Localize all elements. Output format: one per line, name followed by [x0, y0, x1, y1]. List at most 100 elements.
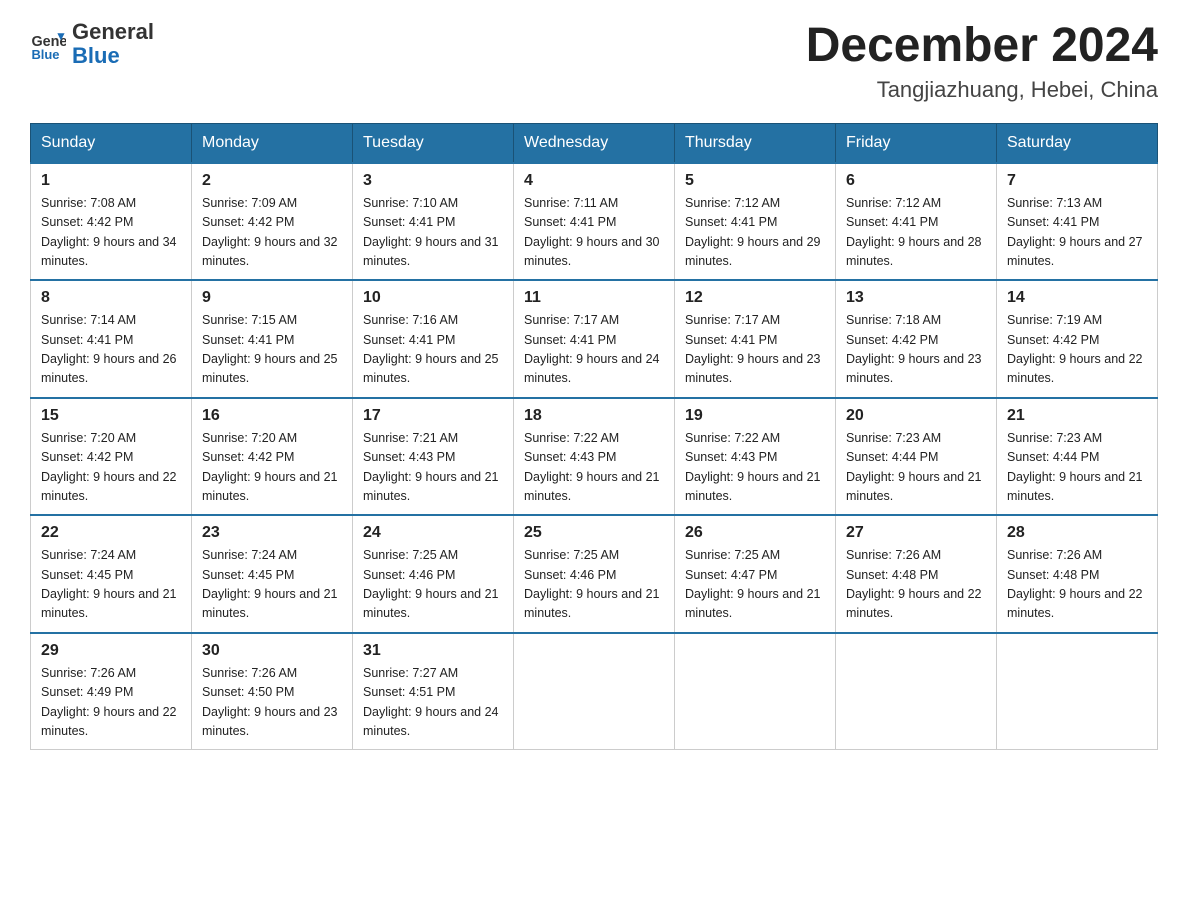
day-info: Sunrise: 7:12 AM Sunset: 4:41 PM Dayligh…: [685, 194, 825, 272]
table-row: 3 Sunrise: 7:10 AM Sunset: 4:41 PM Dayli…: [353, 163, 514, 281]
day-number: 27: [846, 524, 986, 542]
table-row: 15 Sunrise: 7:20 AM Sunset: 4:42 PM Dayl…: [31, 398, 192, 516]
day-number: 9: [202, 289, 342, 307]
day-info: Sunrise: 7:25 AM Sunset: 4:46 PM Dayligh…: [363, 546, 503, 624]
day-number: 25: [524, 524, 664, 542]
day-info: Sunrise: 7:26 AM Sunset: 4:48 PM Dayligh…: [1007, 546, 1147, 624]
table-row: 5 Sunrise: 7:12 AM Sunset: 4:41 PM Dayli…: [675, 163, 836, 281]
day-info: Sunrise: 7:18 AM Sunset: 4:42 PM Dayligh…: [846, 311, 986, 389]
table-row: 2 Sunrise: 7:09 AM Sunset: 4:42 PM Dayli…: [192, 163, 353, 281]
day-info: Sunrise: 7:22 AM Sunset: 4:43 PM Dayligh…: [685, 429, 825, 507]
table-row: 7 Sunrise: 7:13 AM Sunset: 4:41 PM Dayli…: [997, 163, 1158, 281]
day-info: Sunrise: 7:22 AM Sunset: 4:43 PM Dayligh…: [524, 429, 664, 507]
calendar-week-row: 29 Sunrise: 7:26 AM Sunset: 4:49 PM Dayl…: [31, 633, 1158, 750]
day-info: Sunrise: 7:09 AM Sunset: 4:42 PM Dayligh…: [202, 194, 342, 272]
header-monday: Monday: [192, 123, 353, 163]
day-info: Sunrise: 7:24 AM Sunset: 4:45 PM Dayligh…: [41, 546, 181, 624]
day-info: Sunrise: 7:23 AM Sunset: 4:44 PM Dayligh…: [1007, 429, 1147, 507]
day-info: Sunrise: 7:25 AM Sunset: 4:47 PM Dayligh…: [685, 546, 825, 624]
logo-general-text: General: [72, 20, 154, 44]
calendar-week-row: 8 Sunrise: 7:14 AM Sunset: 4:41 PM Dayli…: [31, 280, 1158, 398]
day-number: 19: [685, 407, 825, 425]
table-row: 13 Sunrise: 7:18 AM Sunset: 4:42 PM Dayl…: [836, 280, 997, 398]
day-info: Sunrise: 7:26 AM Sunset: 4:49 PM Dayligh…: [41, 664, 181, 742]
table-row: [836, 633, 997, 750]
table-row: 24 Sunrise: 7:25 AM Sunset: 4:46 PM Dayl…: [353, 515, 514, 633]
table-row: 31 Sunrise: 7:27 AM Sunset: 4:51 PM Dayl…: [353, 633, 514, 750]
day-info: Sunrise: 7:14 AM Sunset: 4:41 PM Dayligh…: [41, 311, 181, 389]
logo-blue-text: Blue: [72, 44, 154, 68]
day-info: Sunrise: 7:10 AM Sunset: 4:41 PM Dayligh…: [363, 194, 503, 272]
table-row: 4 Sunrise: 7:11 AM Sunset: 4:41 PM Dayli…: [514, 163, 675, 281]
day-number: 5: [685, 172, 825, 190]
svg-text:Blue: Blue: [31, 47, 59, 62]
logo-icon: General Blue: [30, 26, 66, 62]
table-row: 14 Sunrise: 7:19 AM Sunset: 4:42 PM Dayl…: [997, 280, 1158, 398]
day-info: Sunrise: 7:27 AM Sunset: 4:51 PM Dayligh…: [363, 664, 503, 742]
table-row: 26 Sunrise: 7:25 AM Sunset: 4:47 PM Dayl…: [675, 515, 836, 633]
table-row: 12 Sunrise: 7:17 AM Sunset: 4:41 PM Dayl…: [675, 280, 836, 398]
day-info: Sunrise: 7:19 AM Sunset: 4:42 PM Dayligh…: [1007, 311, 1147, 389]
table-row: 16 Sunrise: 7:20 AM Sunset: 4:42 PM Dayl…: [192, 398, 353, 516]
weekday-header-row: Sunday Monday Tuesday Wednesday Thursday…: [31, 123, 1158, 163]
header-saturday: Saturday: [997, 123, 1158, 163]
month-title: December 2024: [806, 20, 1158, 73]
day-info: Sunrise: 7:25 AM Sunset: 4:46 PM Dayligh…: [524, 546, 664, 624]
day-info: Sunrise: 7:13 AM Sunset: 4:41 PM Dayligh…: [1007, 194, 1147, 272]
table-row: 29 Sunrise: 7:26 AM Sunset: 4:49 PM Dayl…: [31, 633, 192, 750]
table-row: 17 Sunrise: 7:21 AM Sunset: 4:43 PM Dayl…: [353, 398, 514, 516]
day-number: 26: [685, 524, 825, 542]
table-row: 8 Sunrise: 7:14 AM Sunset: 4:41 PM Dayli…: [31, 280, 192, 398]
table-row: 18 Sunrise: 7:22 AM Sunset: 4:43 PM Dayl…: [514, 398, 675, 516]
day-info: Sunrise: 7:16 AM Sunset: 4:41 PM Dayligh…: [363, 311, 503, 389]
table-row: 1 Sunrise: 7:08 AM Sunset: 4:42 PM Dayli…: [31, 163, 192, 281]
day-number: 2: [202, 172, 342, 190]
header-sunday: Sunday: [31, 123, 192, 163]
header-wednesday: Wednesday: [514, 123, 675, 163]
day-number: 13: [846, 289, 986, 307]
day-info: Sunrise: 7:21 AM Sunset: 4:43 PM Dayligh…: [363, 429, 503, 507]
day-info: Sunrise: 7:23 AM Sunset: 4:44 PM Dayligh…: [846, 429, 986, 507]
day-number: 11: [524, 289, 664, 307]
day-number: 14: [1007, 289, 1147, 307]
table-row: 20 Sunrise: 7:23 AM Sunset: 4:44 PM Dayl…: [836, 398, 997, 516]
day-number: 6: [846, 172, 986, 190]
day-info: Sunrise: 7:20 AM Sunset: 4:42 PM Dayligh…: [202, 429, 342, 507]
header-friday: Friday: [836, 123, 997, 163]
location-title: Tangjiazhuang, Hebei, China: [806, 77, 1158, 103]
day-info: Sunrise: 7:26 AM Sunset: 4:50 PM Dayligh…: [202, 664, 342, 742]
day-number: 23: [202, 524, 342, 542]
day-number: 29: [41, 642, 181, 660]
table-row: 30 Sunrise: 7:26 AM Sunset: 4:50 PM Dayl…: [192, 633, 353, 750]
calendar-week-row: 22 Sunrise: 7:24 AM Sunset: 4:45 PM Dayl…: [31, 515, 1158, 633]
day-number: 31: [363, 642, 503, 660]
day-number: 16: [202, 407, 342, 425]
calendar-week-row: 1 Sunrise: 7:08 AM Sunset: 4:42 PM Dayli…: [31, 163, 1158, 281]
table-row: 23 Sunrise: 7:24 AM Sunset: 4:45 PM Dayl…: [192, 515, 353, 633]
table-row: [514, 633, 675, 750]
page-header: General Blue General Blue December 2024 …: [30, 20, 1158, 103]
calendar-table: Sunday Monday Tuesday Wednesday Thursday…: [30, 123, 1158, 751]
logo: General Blue General Blue: [30, 20, 154, 68]
day-number: 22: [41, 524, 181, 542]
day-number: 3: [363, 172, 503, 190]
day-number: 20: [846, 407, 986, 425]
title-block: December 2024 Tangjiazhuang, Hebei, Chin…: [806, 20, 1158, 103]
table-row: 27 Sunrise: 7:26 AM Sunset: 4:48 PM Dayl…: [836, 515, 997, 633]
table-row: 21 Sunrise: 7:23 AM Sunset: 4:44 PM Dayl…: [997, 398, 1158, 516]
day-info: Sunrise: 7:12 AM Sunset: 4:41 PM Dayligh…: [846, 194, 986, 272]
header-thursday: Thursday: [675, 123, 836, 163]
table-row: 10 Sunrise: 7:16 AM Sunset: 4:41 PM Dayl…: [353, 280, 514, 398]
day-info: Sunrise: 7:08 AM Sunset: 4:42 PM Dayligh…: [41, 194, 181, 272]
day-number: 4: [524, 172, 664, 190]
day-number: 1: [41, 172, 181, 190]
day-number: 15: [41, 407, 181, 425]
table-row: 6 Sunrise: 7:12 AM Sunset: 4:41 PM Dayli…: [836, 163, 997, 281]
day-info: Sunrise: 7:26 AM Sunset: 4:48 PM Dayligh…: [846, 546, 986, 624]
day-number: 30: [202, 642, 342, 660]
day-info: Sunrise: 7:24 AM Sunset: 4:45 PM Dayligh…: [202, 546, 342, 624]
day-info: Sunrise: 7:20 AM Sunset: 4:42 PM Dayligh…: [41, 429, 181, 507]
table-row: 9 Sunrise: 7:15 AM Sunset: 4:41 PM Dayli…: [192, 280, 353, 398]
day-number: 8: [41, 289, 181, 307]
day-number: 28: [1007, 524, 1147, 542]
